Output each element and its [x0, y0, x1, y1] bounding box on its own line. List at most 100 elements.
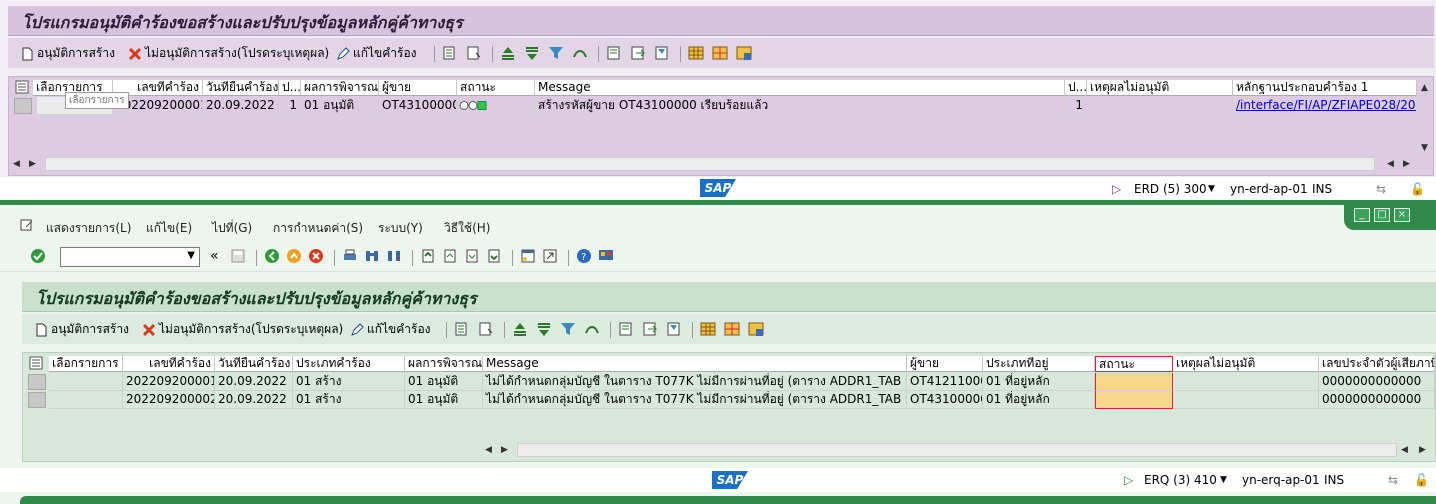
- cancel-icon[interactable]: [308, 248, 324, 264]
- filter-icon[interactable]: [548, 45, 564, 61]
- top-col-evidence[interactable]: หลักฐานประกอบคำร้อง 1: [1233, 80, 1417, 96]
- layout-icon[interactable]: [700, 321, 716, 337]
- bottom-col-date[interactable]: วันที่ยื่นคำร้อง: [215, 356, 293, 372]
- menu-edit[interactable]: แก้ไข(E): [146, 219, 192, 238]
- system-info[interactable]: ERD (5) 300: [1134, 182, 1207, 196]
- system-dropdown-icon[interactable]: ▼: [1208, 184, 1215, 194]
- maximize-icon[interactable]: □: [1374, 208, 1390, 222]
- new-session-icon[interactable]: [520, 248, 536, 264]
- save-layout-icon[interactable]: [736, 45, 752, 61]
- enter-icon[interactable]: [30, 248, 46, 264]
- bottom-col-addr-type[interactable]: ประเภทที่อยู่: [983, 356, 1095, 372]
- print-icon[interactable]: [342, 248, 358, 264]
- row-selector[interactable]: [14, 98, 32, 114]
- bottom-col-vendor[interactable]: ผู้ขาย: [907, 356, 983, 372]
- scroll-up-icon[interactable]: ▲: [1421, 83, 1428, 93]
- select-cell[interactable]: [49, 373, 123, 391]
- view-icon[interactable]: [666, 321, 682, 337]
- evidence-cell[interactable]: /interface/FI/AP/ZFIAPE028/2022: [1233, 97, 1417, 115]
- top-approve-button[interactable]: อนุมัติการสร้าง: [20, 45, 115, 63]
- menu-icon[interactable]: [20, 219, 34, 233]
- input-mode[interactable]: INS: [1324, 473, 1344, 487]
- grid-settings-icon[interactable]: [15, 80, 29, 94]
- bottom-col-type[interactable]: ประเภทคำร้อง: [293, 356, 405, 372]
- top-edit-button[interactable]: แก้ไขคำร้อง: [336, 45, 417, 63]
- menu-settings[interactable]: การกำหนดค่า(S): [273, 219, 363, 238]
- row-selector[interactable]: [28, 374, 46, 390]
- scroll-right-end-icon[interactable]: ▶: [1419, 445, 1426, 455]
- sort-ascending-icon[interactable]: [512, 321, 528, 337]
- bottom-col-request-no[interactable]: เลขที่คำร้อง: [123, 356, 215, 372]
- command-dropdown-icon[interactable]: ▼: [187, 250, 195, 261]
- bottom-col-select[interactable]: เลือกรายการ: [49, 356, 123, 372]
- exit-icon[interactable]: [286, 248, 302, 264]
- change-layout-icon[interactable]: [724, 321, 740, 337]
- bottom-edit-button[interactable]: แก้ไขคำร้อง: [350, 321, 431, 339]
- scroll-left-end-icon[interactable]: ◀: [1401, 445, 1408, 455]
- command-field[interactable]: ▼: [60, 247, 200, 267]
- system-info[interactable]: ERQ (3) 410: [1144, 473, 1217, 487]
- status-expand-icon[interactable]: ▷: [1112, 182, 1121, 196]
- close-icon[interactable]: ×: [1394, 208, 1410, 222]
- sort-descending-icon[interactable]: [536, 321, 552, 337]
- bottom-col-result[interactable]: ผลการพิจารณา: [405, 356, 483, 372]
- top-col-p2[interactable]: ป...: [1065, 80, 1087, 96]
- shortcut-icon[interactable]: [542, 248, 558, 264]
- details-icon[interactable]: [442, 45, 458, 61]
- scroll-down-icon[interactable]: ▼: [1421, 143, 1428, 153]
- sort-ascending-icon[interactable]: [500, 45, 516, 61]
- scroll-left-icon[interactable]: ◀: [13, 159, 20, 169]
- scroll-left-icon[interactable]: ◀: [485, 445, 492, 455]
- bottom-col-reason[interactable]: เหตุผลไม่อนุมัติ: [1173, 356, 1319, 372]
- horizontal-scrollbar[interactable]: [517, 443, 1397, 457]
- top-col-status[interactable]: สถานะ: [457, 80, 535, 96]
- export-icon[interactable]: [642, 321, 658, 337]
- view-icon[interactable]: [654, 45, 670, 61]
- export-icon[interactable]: [630, 45, 646, 61]
- menu-list[interactable]: แสดงรายการ(L): [46, 219, 131, 238]
- scroll-right-end-icon[interactable]: ▶: [1403, 159, 1410, 169]
- scroll-right-icon[interactable]: ▶: [29, 159, 36, 169]
- status-expand-icon[interactable]: ▷: [1124, 473, 1133, 487]
- scroll-right-icon[interactable]: ▶: [501, 445, 508, 455]
- total-icon[interactable]: [572, 45, 588, 61]
- collapse-icon[interactable]: «: [210, 248, 219, 264]
- save-icon[interactable]: [230, 248, 246, 264]
- top-col-date[interactable]: วันที่ยื่นคำร้อง: [203, 80, 279, 96]
- layout-icon[interactable]: [688, 45, 704, 61]
- first-page-icon[interactable]: [420, 248, 436, 264]
- input-mode[interactable]: INS: [1312, 182, 1332, 196]
- top-col-message[interactable]: Message: [535, 80, 1065, 96]
- details-alt-icon[interactable]: [466, 45, 482, 61]
- scroll-left-end-icon[interactable]: ◀: [1387, 159, 1394, 169]
- select-cell[interactable]: [49, 391, 123, 409]
- horizontal-scrollbar[interactable]: [45, 157, 1375, 171]
- bottom-approve-button[interactable]: อนุมัติการสร้าง: [34, 321, 129, 339]
- back-icon[interactable]: [264, 248, 280, 264]
- total-icon[interactable]: [584, 321, 600, 337]
- change-layout-icon[interactable]: [712, 45, 728, 61]
- bottom-col-message[interactable]: Message: [483, 356, 907, 372]
- row-selector[interactable]: [28, 392, 46, 408]
- customize-layout-icon[interactable]: [598, 248, 614, 264]
- menu-goto[interactable]: ไปที่(G): [212, 219, 252, 238]
- evidence-link[interactable]: /interface/FI/AP/ZFIAPE028/2022: [1236, 98, 1416, 112]
- top-col-reason[interactable]: เหตุผลไม่อนุมัติ: [1087, 80, 1233, 96]
- save-layout-icon[interactable]: [748, 321, 764, 337]
- last-page-icon[interactable]: [486, 248, 502, 264]
- find-next-icon[interactable]: [386, 248, 402, 264]
- print-preview-icon[interactable]: [618, 321, 634, 337]
- top-col-result[interactable]: ผลการพิจารณา: [301, 80, 379, 96]
- bottom-col-tax-id[interactable]: เลขประจำตัวผู้เสียภาษี: [1319, 356, 1435, 372]
- details-alt-icon[interactable]: [478, 321, 494, 337]
- find-icon[interactable]: [364, 248, 380, 264]
- grid-settings-icon[interactable]: [29, 356, 43, 370]
- filter-icon[interactable]: [560, 321, 576, 337]
- previous-page-icon[interactable]: [442, 248, 458, 264]
- minimize-icon[interactable]: _: [1354, 208, 1370, 222]
- system-dropdown-icon[interactable]: ▼: [1220, 475, 1227, 485]
- menu-help[interactable]: วิธีใช้(H): [444, 219, 490, 238]
- bottom-reject-button[interactable]: ไม่อนุมัติการสร้าง(โปรดระบุเหตุผล): [142, 321, 343, 339]
- details-icon[interactable]: [454, 321, 470, 337]
- top-col-vendor[interactable]: ผู้ขาย: [379, 80, 457, 96]
